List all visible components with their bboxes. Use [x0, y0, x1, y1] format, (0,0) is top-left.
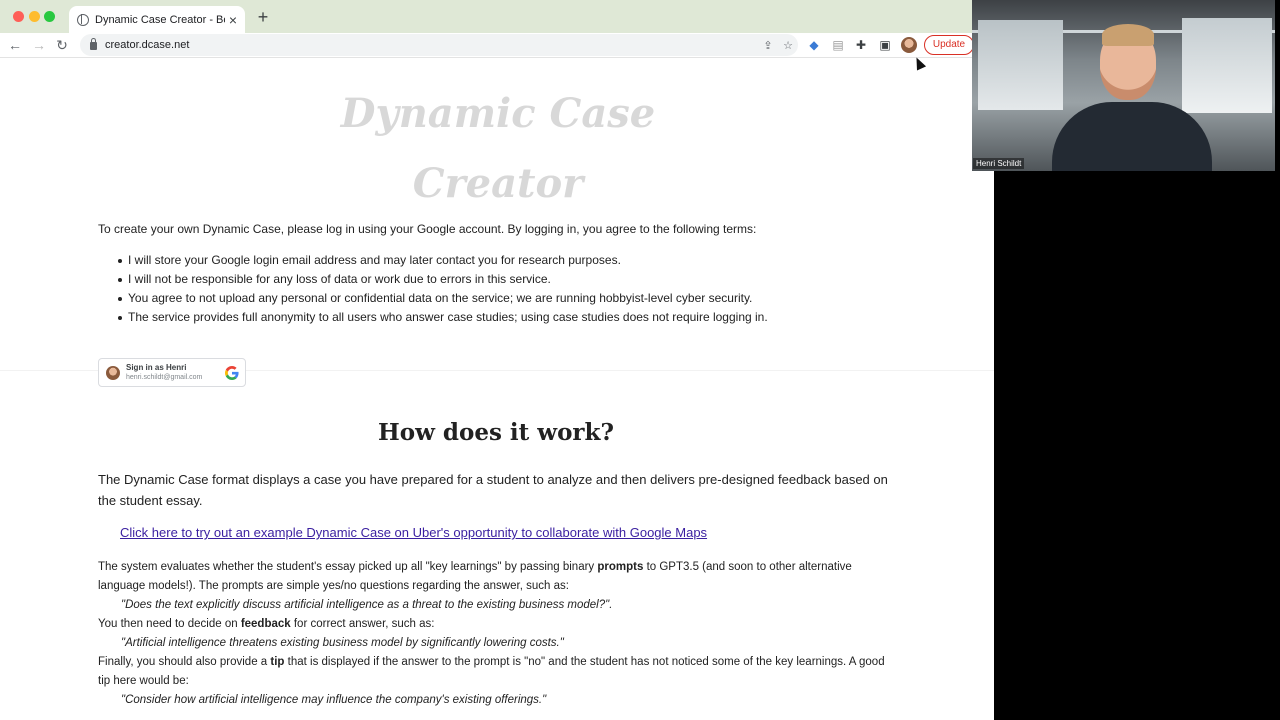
- video-tile[interactable]: Henri Schildt: [972, 0, 1275, 171]
- minimize-window-button[interactable]: [29, 11, 40, 22]
- url-text[interactable]: creator.dcase.net: [105, 39, 758, 51]
- how-it-works-heading: How does it work?: [378, 419, 614, 446]
- feedback-example: "Artificial intelligence threatens exist…: [121, 637, 564, 649]
- extension-layers-icon[interactable]: ◆: [806, 37, 822, 53]
- terms-item: I will not be responsible for any loss o…: [118, 272, 768, 291]
- extension-document-icon[interactable]: ▤: [830, 37, 846, 53]
- extensions-puzzle-icon[interactable]: ✚: [853, 37, 869, 53]
- terms-item: You agree to not upload any personal or …: [118, 291, 768, 310]
- terms-list: I will store your Google login email add…: [118, 253, 768, 329]
- participant-name-label: Henri Schildt: [973, 158, 1025, 169]
- bookmark-star-icon[interactable]: ☆: [778, 39, 798, 52]
- terms-item: The service provides full anonymity to a…: [118, 310, 768, 329]
- share-icon[interactable]: ⇪: [758, 39, 778, 52]
- back-arrow-icon[interactable]: ←: [6, 36, 24, 54]
- signin-email: henri.schildt@gmail.com: [126, 373, 203, 381]
- tip-example: "Consider how artificial intelligence ma…: [121, 694, 547, 706]
- evaluation-description: The system evaluates whether the student…: [98, 558, 898, 710]
- side-panel-icon[interactable]: ▣: [877, 37, 893, 53]
- tab-bar: Dynamic Case Creator - Beta × +: [0, 0, 994, 33]
- close-icon[interactable]: ×: [225, 12, 241, 28]
- intro-text: To create your own Dynamic Case, please …: [98, 222, 757, 236]
- browser-window: Dynamic Case Creator - Beta × + ← → ↻ cr…: [0, 0, 994, 720]
- address-bar[interactable]: creator.dcase.net ⇪ ☆: [80, 34, 798, 56]
- avatar: [106, 365, 120, 380]
- lock-icon[interactable]: [90, 38, 97, 50]
- globe-icon: [77, 13, 89, 26]
- video-background: [994, 171, 1280, 720]
- tab-title: Dynamic Case Creator - Beta: [95, 13, 225, 26]
- format-description: The Dynamic Case format displays a case …: [98, 472, 888, 508]
- reload-icon[interactable]: ↻: [53, 36, 71, 54]
- google-signin-button[interactable]: Sign in as Henri henri.schildt@gmail.com: [98, 358, 246, 387]
- prompt-example: "Does the text explicitly discuss artifi…: [121, 599, 613, 611]
- logo-line-2: Creator: [412, 160, 584, 207]
- signin-name: Sign in as Henri: [126, 362, 187, 372]
- page-content: Dynamic Case Creator To create your own …: [0, 59, 994, 720]
- site-logo: Dynamic Case Creator: [300, 79, 696, 219]
- maximize-window-button[interactable]: [44, 11, 55, 22]
- terms-item: I will store your Google login email add…: [118, 253, 768, 272]
- profile-avatar[interactable]: [901, 37, 917, 53]
- example-case-link[interactable]: Click here to try out an example Dynamic…: [120, 525, 707, 540]
- new-tab-button[interactable]: +: [255, 8, 271, 26]
- browser-tab[interactable]: Dynamic Case Creator - Beta ×: [69, 6, 245, 33]
- close-window-button[interactable]: [13, 11, 24, 22]
- forward-arrow-icon[interactable]: →: [30, 36, 48, 54]
- google-icon: [225, 365, 239, 380]
- logo-line-1: Dynamic Case: [340, 90, 656, 137]
- browser-toolbar: ← → ↻ creator.dcase.net ⇪ ☆ ◆ ▤ ✚ ▣ Upda…: [0, 33, 994, 58]
- update-button[interactable]: Update: [924, 35, 974, 55]
